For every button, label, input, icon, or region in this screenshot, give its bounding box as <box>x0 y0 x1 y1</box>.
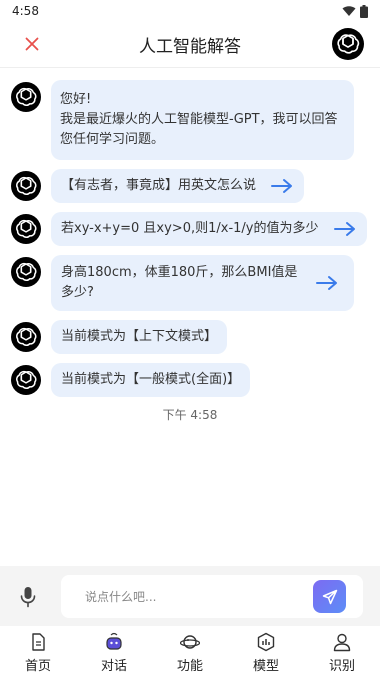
status-icons <box>342 4 368 18</box>
tab-model[interactable]: 模型 <box>228 626 304 677</box>
chat-robot-icon <box>106 632 122 650</box>
tab-home[interactable]: 首页 <box>0 626 76 677</box>
suggested-question: 若xy-x+y=0 且xy>0,则1/x-1/y的值为多少 <box>11 212 380 246</box>
tab-chat[interactable]: 对话 <box>76 626 152 677</box>
model-icon <box>257 632 275 652</box>
page-title: 人工智能解答 <box>139 37 241 57</box>
suggested-question-bubble[interactable]: 身高180cm，体重180斤，那么BMI值是多少? <box>51 255 354 311</box>
tab-recognize[interactable]: 识别 <box>304 626 380 677</box>
wifi-icon <box>342 6 356 16</box>
send-button[interactable] <box>313 580 346 613</box>
user-icon <box>333 633 351 652</box>
suggested-question: 【有志者，事竟成】用英文怎么说 <box>11 169 380 203</box>
tab-label: 功能 <box>176 659 203 674</box>
arrow-right-icon <box>333 221 357 237</box>
tab-label: 模型 <box>252 659 279 674</box>
mode-message: 当前模式为【一般模式(全面)】 <box>11 363 380 397</box>
model-avatar-button[interactable] <box>332 28 364 60</box>
intro-bubble: 您好! 我是最近爆火的人工智能模型-GPT，我可以回答您任何学习问题。 <box>51 80 354 160</box>
suggested-question-bubble[interactable]: 若xy-x+y=0 且xy>0,则1/x-1/y的值为多少 <box>51 212 367 246</box>
status-time: 4:58 <box>12 4 39 18</box>
send-icon <box>322 589 337 604</box>
suggested-question-bubble[interactable]: 【有志者，事竟成】用英文怎么说 <box>51 169 305 203</box>
close-icon <box>25 37 39 51</box>
tab-label: 首页 <box>24 659 51 674</box>
arrow-right-icon <box>270 178 294 194</box>
planet-icon <box>180 635 200 649</box>
document-icon <box>32 633 45 651</box>
bot-avatar-icon <box>11 82 41 112</box>
bot-avatar-icon <box>11 171 41 201</box>
intro-text: 我是最近爆火的人工智能模型-GPT，我可以回答您任何学习问题。 <box>60 112 338 147</box>
bot-avatar-icon <box>11 214 41 244</box>
suggested-question: 身高180cm，体重180斤，那么BMI值是多少? <box>11 255 380 311</box>
status-bar: 4:58 <box>0 0 380 22</box>
header: 人工智能解答 <box>0 22 380 68</box>
bottom-tab-bar: 首页 对话 功能 模型 识别 <box>0 626 380 677</box>
bot-avatar-icon <box>11 365 41 395</box>
battery-icon <box>360 4 368 18</box>
intro-greeting: 您好! <box>60 92 92 107</box>
tab-label: 识别 <box>328 659 355 674</box>
question-text: 若xy-x+y=0 且xy>0,则1/x-1/y的值为多少 <box>61 221 319 236</box>
close-button[interactable] <box>20 32 44 56</box>
chat-area[interactable]: 您好! 我是最近爆火的人工智能模型-GPT，我可以回答您任何学习问题。 【有志者… <box>0 68 380 566</box>
microphone-icon[interactable] <box>18 586 38 608</box>
mode-message: 当前模式为【上下文模式】 <box>11 320 380 354</box>
mode-bubble: 当前模式为【一般模式(全面)】 <box>51 363 251 397</box>
mode-bubble: 当前模式为【上下文模式】 <box>51 320 228 354</box>
message-input-placeholder: 说点什么吧... <box>85 590 157 604</box>
tab-label: 对话 <box>100 659 127 674</box>
question-text: 【有志者，事竟成】用英文怎么说 <box>61 178 257 193</box>
question-text: 身高180cm，体重180斤，那么BMI值是多少? <box>61 265 298 300</box>
bot-avatar-icon <box>11 322 41 352</box>
arrow-right-icon <box>315 275 339 291</box>
tab-features[interactable]: 功能 <box>152 626 228 677</box>
bot-avatar-icon <box>11 257 41 287</box>
message-timestamp: 下午 4:58 <box>162 408 218 422</box>
intro-message: 您好! 我是最近爆火的人工智能模型-GPT，我可以回答您任何学习问题。 <box>11 80 380 160</box>
